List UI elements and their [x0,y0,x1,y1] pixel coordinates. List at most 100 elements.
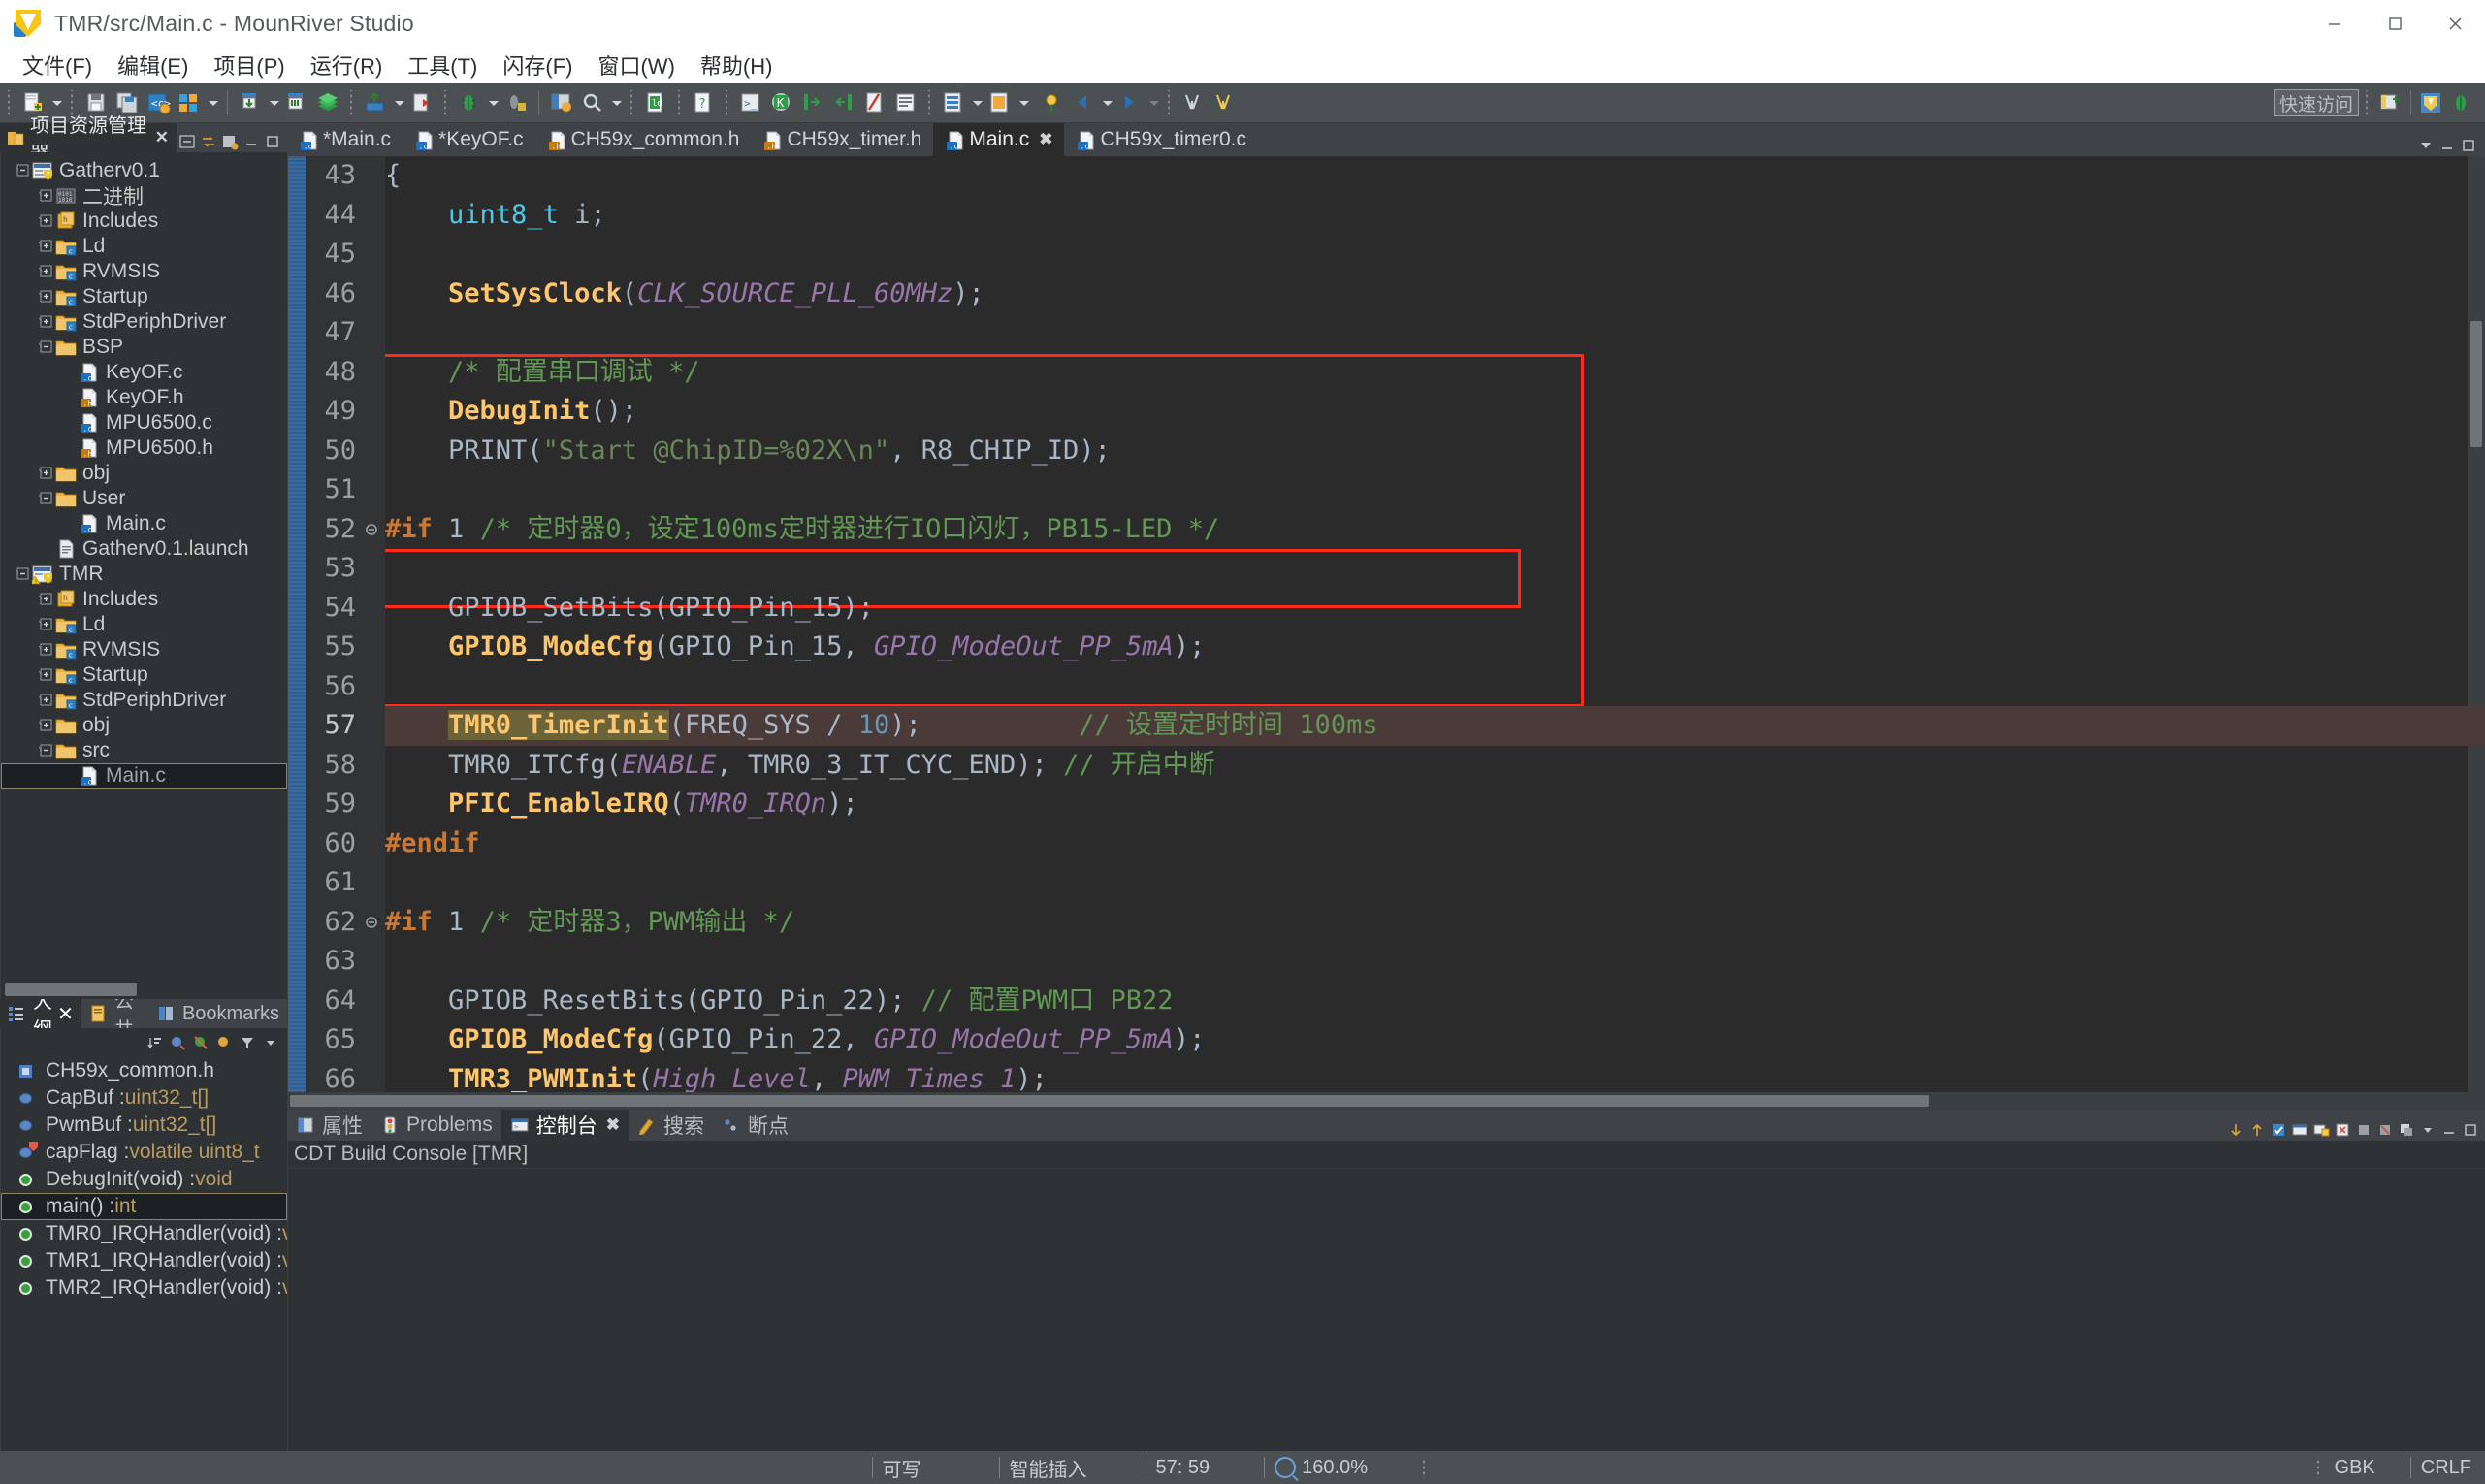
code-line[interactable]: TMR3_PWMInit(High_Level, PWM_Times_1); [385,1060,2485,1093]
pin-icon[interactable] [1040,90,1065,115]
tree-item-keyof-c[interactable]: .cKeyOF.c [1,360,287,385]
twisty-expanded[interactable] [38,486,55,511]
outline-item[interactable]: TMR2_IRQHandler(void) : void [1,1274,287,1302]
code-editor[interactable]: 4344454647484950515253545556575859606162… [287,156,2485,1110]
clear-console-icon[interactable] [2334,1119,2351,1141]
hide-static-icon[interactable] [192,1032,211,1051]
console-tab-[interactable]: >_控制台✖ [501,1110,629,1141]
console-tab-[interactable]: 属性 [287,1110,371,1141]
twisty-collapsed[interactable] [38,688,55,713]
annotation-marker-bar[interactable] [288,156,306,1092]
open-perspective-button[interactable] [2378,90,2404,115]
code-line[interactable] [385,942,2485,982]
code-line[interactable] [385,863,2485,903]
tab-bookmarks[interactable]: Bookmarks [149,999,287,1028]
hide-nonpublic-icon[interactable] [215,1032,235,1051]
minimize-view-icon[interactable] [242,131,260,152]
import-icon[interactable] [409,90,435,115]
toolbar-drag-handle[interactable] [7,90,12,115]
close-icon[interactable]: ✖ [606,1115,620,1135]
terminate-icon[interactable] [2355,1119,2372,1141]
code-line[interactable] [385,667,2485,707]
twisty-collapsed[interactable] [38,209,55,234]
code-line[interactable]: PFIC_EnableIRQ(TMR0_IRQn); [385,785,2485,824]
twisty-collapsed[interactable] [38,713,55,738]
code-line[interactable]: #if 1 /* 定时器3，PWM输出 */ [385,903,2485,943]
back-icon[interactable] [1071,90,1096,115]
code-line[interactable]: SetSysClock(CLK_SOURCE_PLL_60MHz); [385,274,2485,314]
editor-tab-Main.c[interactable]: .c*Main.c [287,123,403,156]
code-line[interactable] [385,549,2485,589]
build-all-icon[interactable] [177,90,202,115]
tree-item-obj[interactable]: obj [1,713,287,738]
export-icon[interactable] [363,90,388,115]
link-with-editor-icon[interactable] [200,131,217,152]
remove-launch-icon[interactable] [2376,1119,2394,1141]
download-dropdown-arrow[interactable] [267,90,280,115]
terminal-icon[interactable]: >_ [738,90,763,115]
tree-item-includes[interactable]: hIncludes [1,587,287,612]
open-perspective-icon[interactable] [549,90,574,115]
tree-item-gatherv0-1[interactable]: Gatherv0.1 [1,158,287,183]
code-line[interactable]: GPIOB_ModeCfg(GPIO_Pin_22, GPIO_ModeOut_… [385,1020,2485,1060]
code-line[interactable] [385,235,2485,274]
menu-run[interactable]: 运行(R) [298,46,396,84]
download-all-icon[interactable] [284,90,309,115]
project-tree-hscrollbar[interactable] [0,980,287,999]
menu-help[interactable]: 帮助(H) [688,46,786,84]
menu-project[interactable]: 项目(P) [201,46,297,84]
search-icon[interactable] [580,90,605,115]
register-dropdown-arrow[interactable] [970,90,984,115]
editor-tab-KeyOF.c[interactable]: .c*KeyOF.c [403,123,535,156]
fold-marker[interactable] [364,903,385,943]
close-button[interactable] [2425,0,2485,47]
tree-item-stdperiphdriver[interactable]: cStdPeriphDriver [1,309,287,335]
outline-item[interactable]: TMR0_IRQHandler(void) : void [1,1220,287,1247]
maximize-button[interactable] [2365,0,2425,47]
folding-gutter[interactable] [364,156,385,1092]
menu-edit[interactable]: 编辑(E) [105,46,201,84]
twisty-expanded[interactable] [15,562,32,587]
maximize-editor-icon[interactable] [2460,135,2477,156]
next-edit-icon[interactable] [1211,90,1237,115]
remove-all-icon[interactable] [2398,1119,2415,1141]
stack-icon[interactable] [987,90,1013,115]
open-console-icon[interactable] [2291,1119,2308,1141]
tree-item-obj[interactable]: obj [1,461,287,486]
tree-item-mpu6500-c[interactable]: .cMPU6500.c [1,410,287,436]
export-dropdown-arrow[interactable] [392,90,405,115]
tree-item--[interactable]: 01011010二进制 [1,183,287,209]
code-line[interactable]: #if 1 /* 定时器0，设定100ms定时器进行IO口闪灯，PB15-LED… [385,510,2485,550]
build-dropdown-arrow[interactable] [206,90,219,115]
build-config-icon[interactable]: <c> [145,90,171,115]
tree-item-user[interactable]: User [1,486,287,511]
pin-console-icon[interactable] [2248,1119,2266,1141]
status-zoom-level[interactable]: 160.0% [1302,1457,1368,1479]
search-dropdown-arrow[interactable] [609,90,623,115]
code-line[interactable]: GPIOB_SetBits(GPIO_Pin_15); [385,589,2485,629]
menu-file[interactable]: 文件(F) [10,46,105,84]
code-line[interactable]: GPIOB_ModeCfg(GPIO_Pin_15, GPIO_ModeOut_… [385,628,2485,667]
outline-item[interactable]: TMR1_IRQHandler(void) : void [1,1247,287,1274]
twisty-collapsed[interactable] [38,612,55,637]
display-selected-console-icon[interactable] [2270,1119,2287,1141]
stack-dropdown-arrow[interactable] [1017,90,1030,115]
tree-item-includes[interactable]: hIncludes [1,209,287,234]
twisty-collapsed[interactable] [38,461,55,486]
console-tab-[interactable]: 断点 [713,1110,797,1141]
help-icon[interactable]: ? [691,90,716,115]
twisty-collapsed[interactable] [38,662,55,688]
editor-tab-Main.c[interactable]: .cMain.c✖ [933,123,1064,156]
menu-flash[interactable]: 闪存(F) [490,46,585,84]
twisty-collapsed[interactable] [38,309,55,335]
scroll-lock-icon[interactable] [2227,1119,2244,1141]
library-icon[interactable] [315,90,340,115]
back-dropdown-arrow[interactable] [1100,90,1113,115]
tree-item-src[interactable]: src [1,738,287,763]
minimize-editor-icon[interactable] [2438,135,2456,156]
console-menu-icon[interactable] [2419,1119,2437,1141]
twisty-collapsed[interactable] [38,637,55,662]
marker-icon[interactable] [862,90,888,115]
editor-tab-CH59xtimer0.c[interactable]: .cCH59x_timer0.c [1064,123,1258,156]
editor-tab-list-icon[interactable] [2417,135,2435,156]
